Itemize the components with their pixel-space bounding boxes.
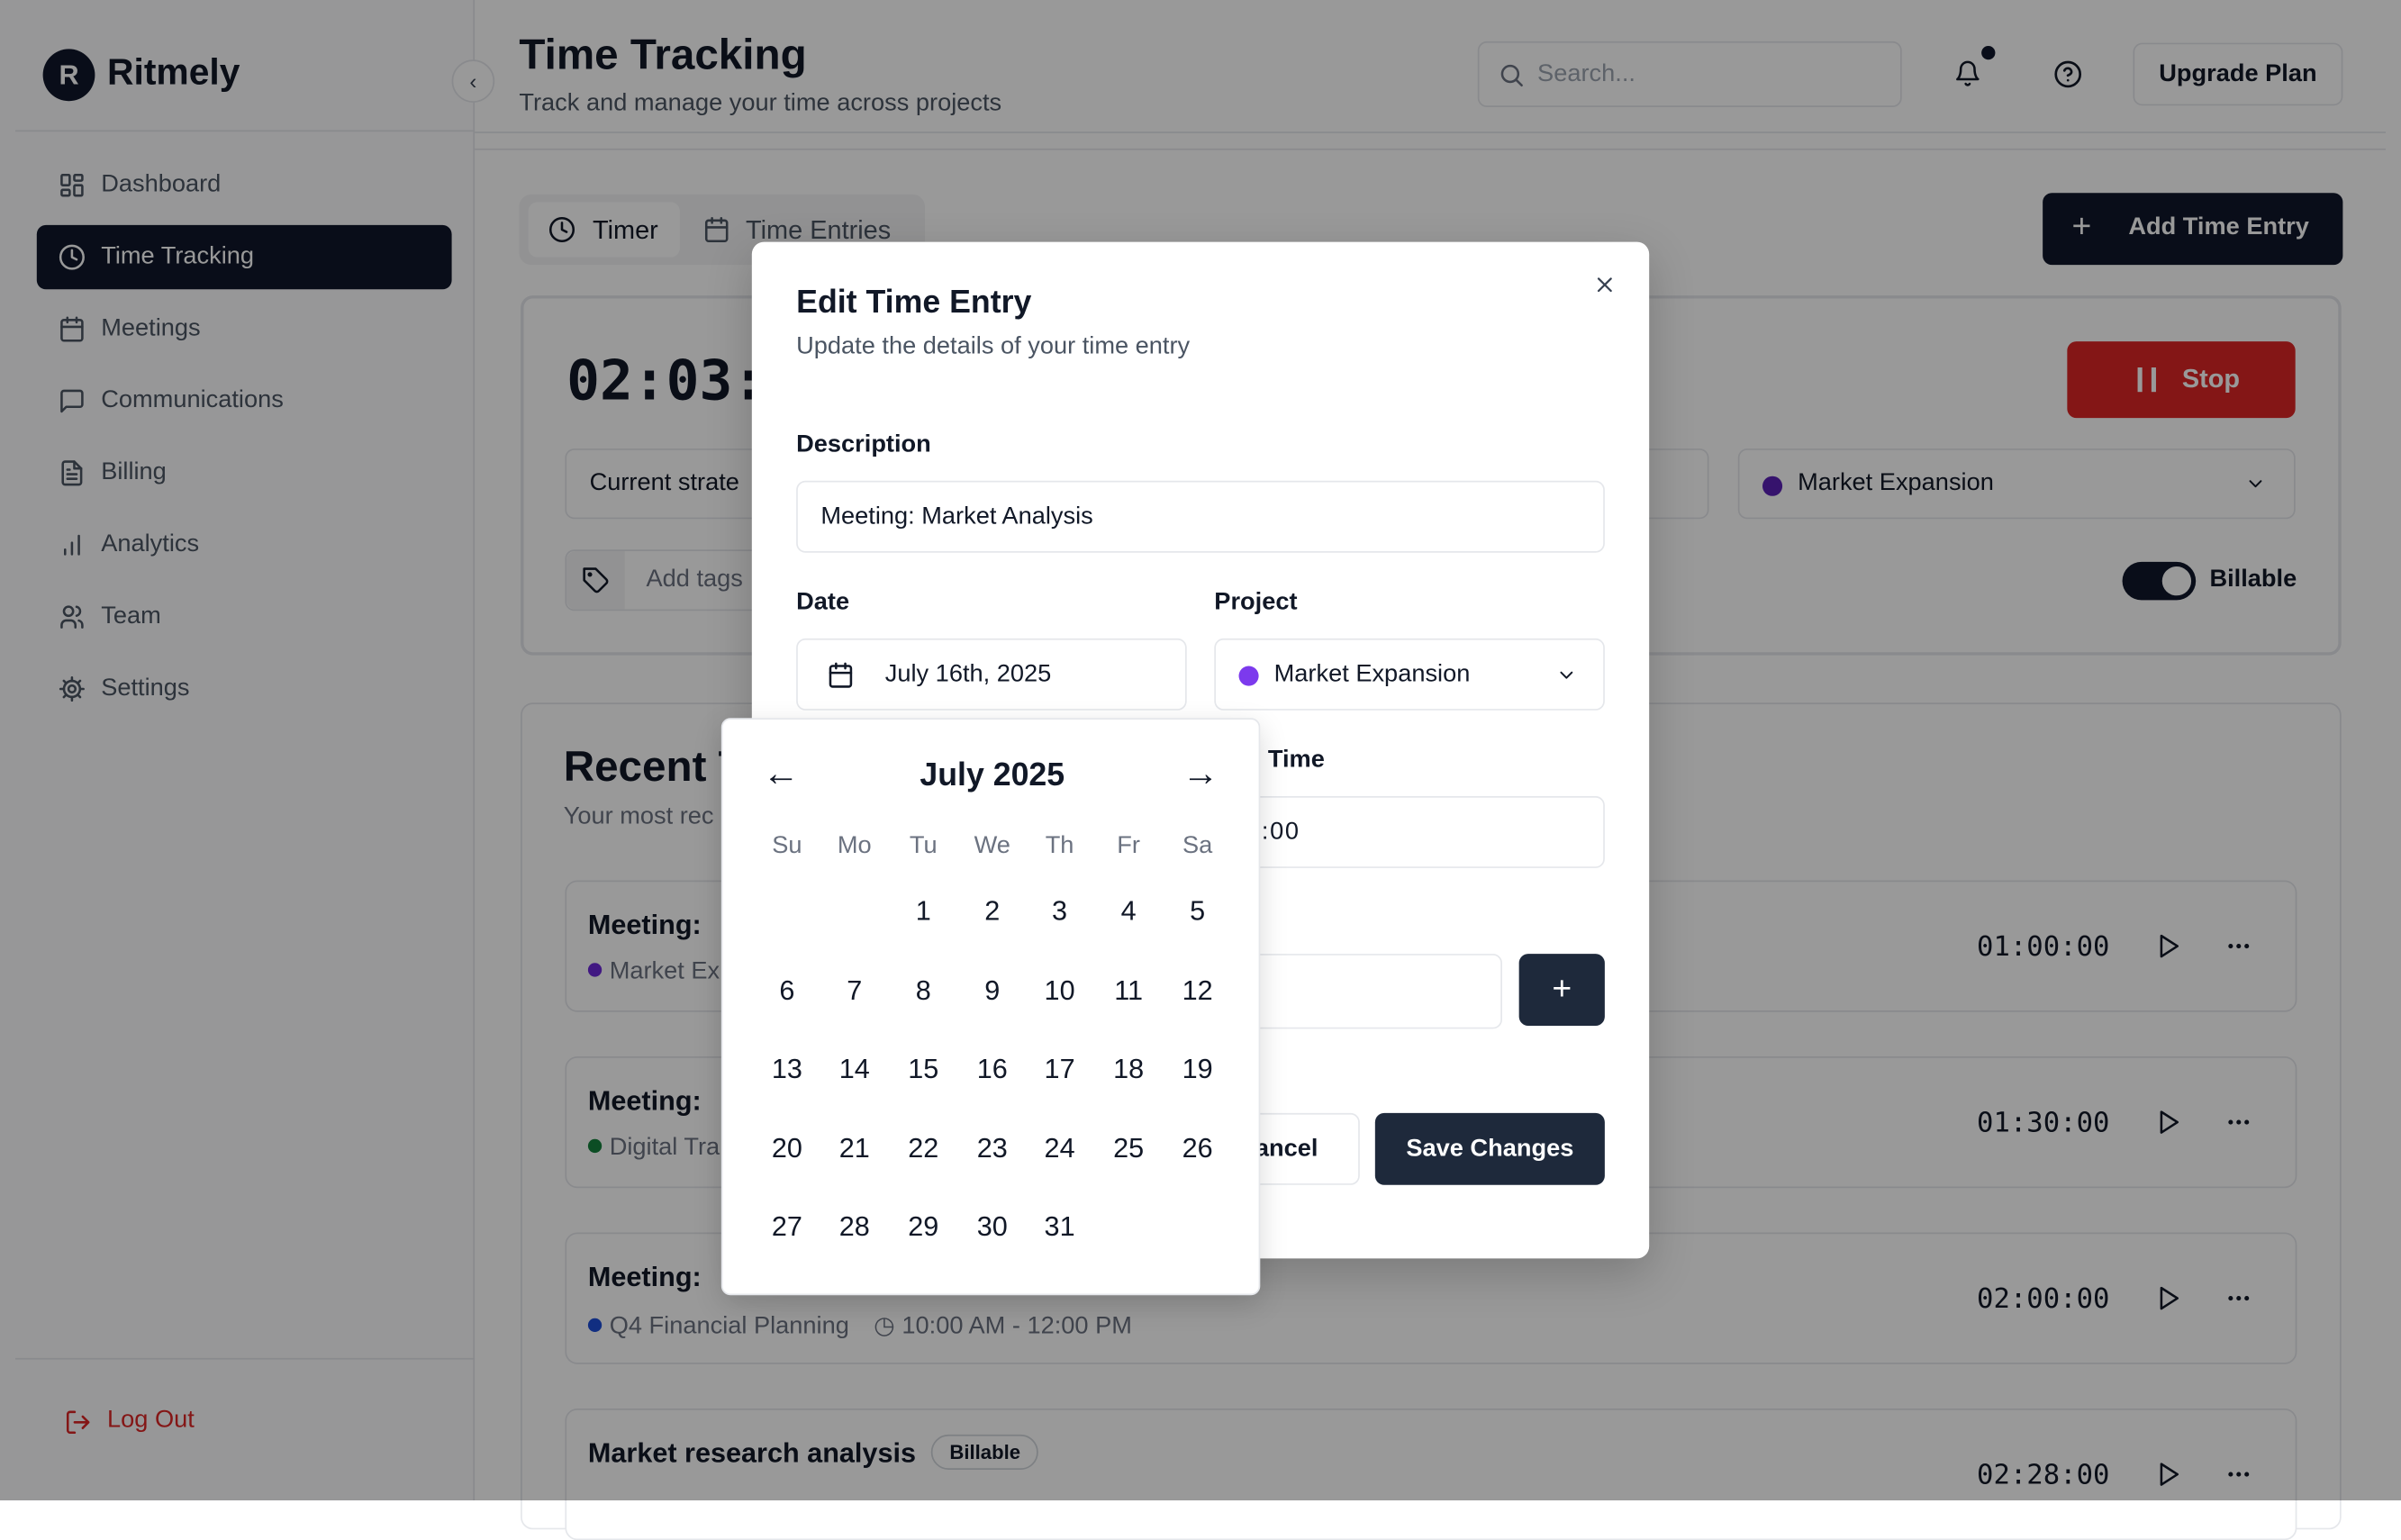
description-label: Description <box>796 431 931 458</box>
weekday-label: Tu <box>909 832 938 859</box>
calendar-day-19[interactable]: 19 <box>1167 1038 1228 1100</box>
dialog-subtitle: Update the details of your time entry <box>796 333 1191 360</box>
weekday-label: Fr <box>1117 832 1140 859</box>
weekday-label: Mo <box>837 832 872 859</box>
date-label: Date <box>796 589 850 616</box>
calendar-day-26[interactable]: 26 <box>1167 1117 1228 1178</box>
time-label: Time <box>1267 747 1325 774</box>
calendar-day-10[interactable]: 10 <box>1029 959 1091 1020</box>
calendar-day-8[interactable]: 8 <box>892 959 954 1020</box>
weekday-label: We <box>974 832 1010 859</box>
calendar-day-28[interactable]: 28 <box>824 1196 885 1257</box>
calendar-day-9[interactable]: 9 <box>962 959 1023 1020</box>
time-input[interactable]: 7:00 <box>1214 796 1605 868</box>
calendar-month: July 2025 <box>920 757 1065 793</box>
calendar-day-12[interactable]: 12 <box>1167 959 1228 1020</box>
weekday-label: Sa <box>1182 832 1213 859</box>
calendar-day-6[interactable]: 6 <box>757 959 818 1020</box>
calendar-day-27[interactable]: 27 <box>757 1196 818 1257</box>
calendar-day-2[interactable]: 2 <box>962 881 1023 942</box>
calendar-day-16[interactable]: 16 <box>962 1038 1023 1100</box>
description-input[interactable]: Meeting: Market Analysis <box>796 480 1605 553</box>
calendar-icon <box>827 661 855 689</box>
project-select[interactable]: Market Expansion <box>1214 638 1605 711</box>
weekday-label: Su <box>772 832 802 859</box>
calendar-day-24[interactable]: 24 <box>1029 1117 1091 1178</box>
calendar-day-14[interactable]: 14 <box>824 1038 885 1100</box>
calendar-day-23[interactable]: 23 <box>962 1117 1023 1178</box>
date-value: July 16th, 2025 <box>884 661 1052 688</box>
description-value: Meeting: Market Analysis <box>820 503 1093 530</box>
close-icon[interactable] <box>1592 273 1617 297</box>
project-color-dot <box>1238 666 1259 686</box>
project-label: Project <box>1214 589 1298 616</box>
calendar-day-30[interactable]: 30 <box>962 1196 1023 1257</box>
calendar-day-1[interactable]: 1 <box>892 881 954 942</box>
dialog-title: Edit Time Entry <box>796 285 1032 321</box>
calendar-day-11[interactable]: 11 <box>1098 959 1159 1020</box>
calendar-day-22[interactable]: 22 <box>892 1117 954 1178</box>
date-picker-calendar: ← July 2025 → Su Mo Tu We Th Fr Sa 1 2 3 4 5 6 7 8 9 10 1… <box>720 718 1261 1296</box>
calendar-day-4[interactable]: 4 <box>1098 881 1159 942</box>
calendar-day-31[interactable]: 31 <box>1029 1196 1091 1257</box>
chevron-down-icon <box>1555 665 1577 686</box>
calendar-day-13[interactable]: 13 <box>757 1038 818 1100</box>
calendar-day-29[interactable]: 29 <box>892 1196 954 1257</box>
calendar-day-21[interactable]: 21 <box>824 1117 885 1178</box>
save-changes-button[interactable]: Save Changes <box>1374 1112 1605 1185</box>
date-picker-button[interactable]: July 16th, 2025 <box>796 638 1187 711</box>
calendar-day-5[interactable]: 5 <box>1167 881 1228 942</box>
calendar-day-20[interactable]: 20 <box>757 1117 818 1178</box>
next-month-button[interactable]: → <box>1182 753 1219 796</box>
calendar-day-18[interactable]: 18 <box>1098 1038 1159 1100</box>
calendar-day-17[interactable]: 17 <box>1029 1038 1091 1100</box>
add-tag-button[interactable]: + <box>1518 954 1605 1026</box>
calendar-day-3[interactable]: 3 <box>1029 881 1091 942</box>
calendar-day-25[interactable]: 25 <box>1098 1117 1159 1178</box>
weekday-label: Th <box>1045 832 1074 859</box>
calendar-day-15[interactable]: 15 <box>892 1038 954 1100</box>
project-value: Market Expansion <box>1273 661 1471 688</box>
calendar-day-7[interactable]: 7 <box>824 959 885 1020</box>
